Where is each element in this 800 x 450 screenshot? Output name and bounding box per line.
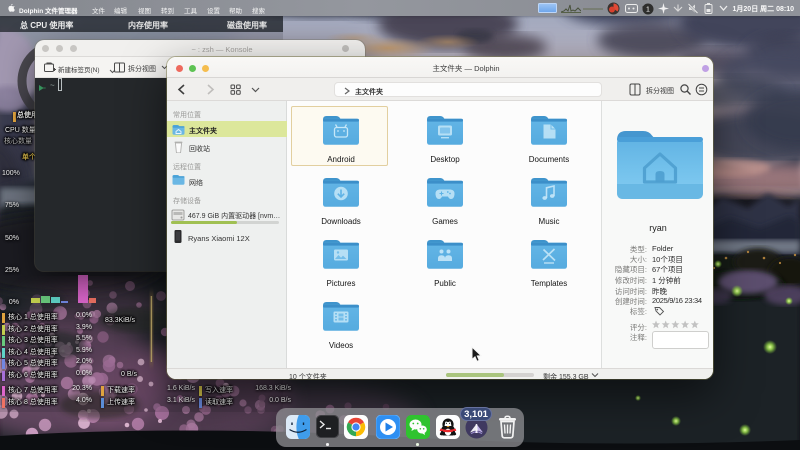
svg-text:1: 1	[646, 7, 650, 14]
